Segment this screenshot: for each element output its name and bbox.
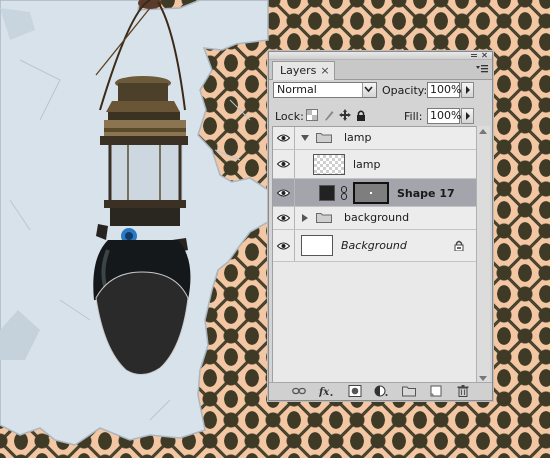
fill-label: Fill: [404,110,423,123]
adjustment-layer-icon[interactable] [374,385,388,397]
panel-bottom-toolbar: fx [269,382,492,400]
tab-label: Layers [280,64,317,77]
layer-row-shape17[interactable]: Shape 17 [273,179,477,207]
tab-close-icon[interactable]: × [320,62,329,80]
opacity-label: Opacity: [382,84,428,97]
layer-row-group[interactable]: lamp [273,127,477,150]
blend-row: Normal Opacity: 100% [273,82,488,100]
lock-position-icon[interactable] [339,109,351,121]
lock-pixels-icon[interactable] [323,109,335,121]
opacity-slider-button[interactable] [461,82,474,98]
layer-name[interactable]: lamp [344,131,372,144]
layers-scrollbar[interactable] [476,126,490,384]
panel-titlebar[interactable] [269,52,492,60]
tab-layers[interactable]: Layers × [272,61,335,80]
layers-panel: Layers × Normal Opacity: 100% Lock: Fill… [268,51,493,401]
layer-row-lamp[interactable]: lamp [273,150,477,179]
fill-field[interactable]: 100% [427,108,461,124]
blend-mode-select[interactable]: Normal [273,82,377,98]
lock-icon [454,240,464,251]
vector-mask-thumbnail[interactable] [353,182,389,204]
scroll-down-icon[interactable] [479,376,487,381]
fill-slider-button[interactable] [461,108,474,124]
trash-icon[interactable] [456,385,470,397]
eye-icon[interactable] [277,214,290,222]
lock-all-icon[interactable] [355,109,367,121]
layer-name[interactable]: Background [341,239,407,252]
layer-row-group[interactable]: background [273,207,477,230]
new-group-icon[interactable] [402,385,416,397]
mask-icon[interactable] [348,385,362,397]
close-icon[interactable] [481,53,489,57]
collapse-icon[interactable] [470,53,478,57]
eye-icon[interactable] [277,134,290,142]
layer-name[interactable]: Shape 17 [397,187,455,200]
svg-text:fx: fx [319,387,330,397]
opacity-field[interactable]: 100% [427,82,461,98]
chevron-down-icon[interactable] [362,83,376,97]
folder-icon [316,213,332,223]
lock-row: Lock: Fill: 100% [273,107,488,125]
scroll-up-icon[interactable] [479,129,487,134]
fill-color-thumbnail[interactable] [319,185,335,201]
layer-name[interactable]: lamp [353,158,381,171]
chevron-right-icon[interactable] [301,214,309,222]
layer-row-background[interactable]: Background [273,230,477,262]
layer-name[interactable]: background [344,211,409,224]
link-layers-icon[interactable] [292,385,306,397]
lock-transparency-icon[interactable] [306,109,318,121]
layer-thumbnail[interactable] [313,154,345,175]
panel-menu-icon[interactable] [476,65,488,74]
eye-icon[interactable] [277,242,290,250]
eye-icon[interactable] [277,160,290,168]
fx-icon[interactable]: fx [319,385,333,397]
folder-icon [316,133,332,143]
new-layer-icon[interactable] [429,385,443,397]
blend-mode-value: Normal [277,83,317,96]
layers-list: lamp lamp Shape 17 background Background [272,126,477,384]
panel-tabbar: Layers × [269,60,492,80]
eye-icon[interactable] [277,189,290,197]
chevron-down-icon[interactable] [301,134,309,142]
link-icon[interactable] [340,186,348,200]
lock-label: Lock: [275,110,304,123]
layer-thumbnail[interactable] [301,235,333,256]
